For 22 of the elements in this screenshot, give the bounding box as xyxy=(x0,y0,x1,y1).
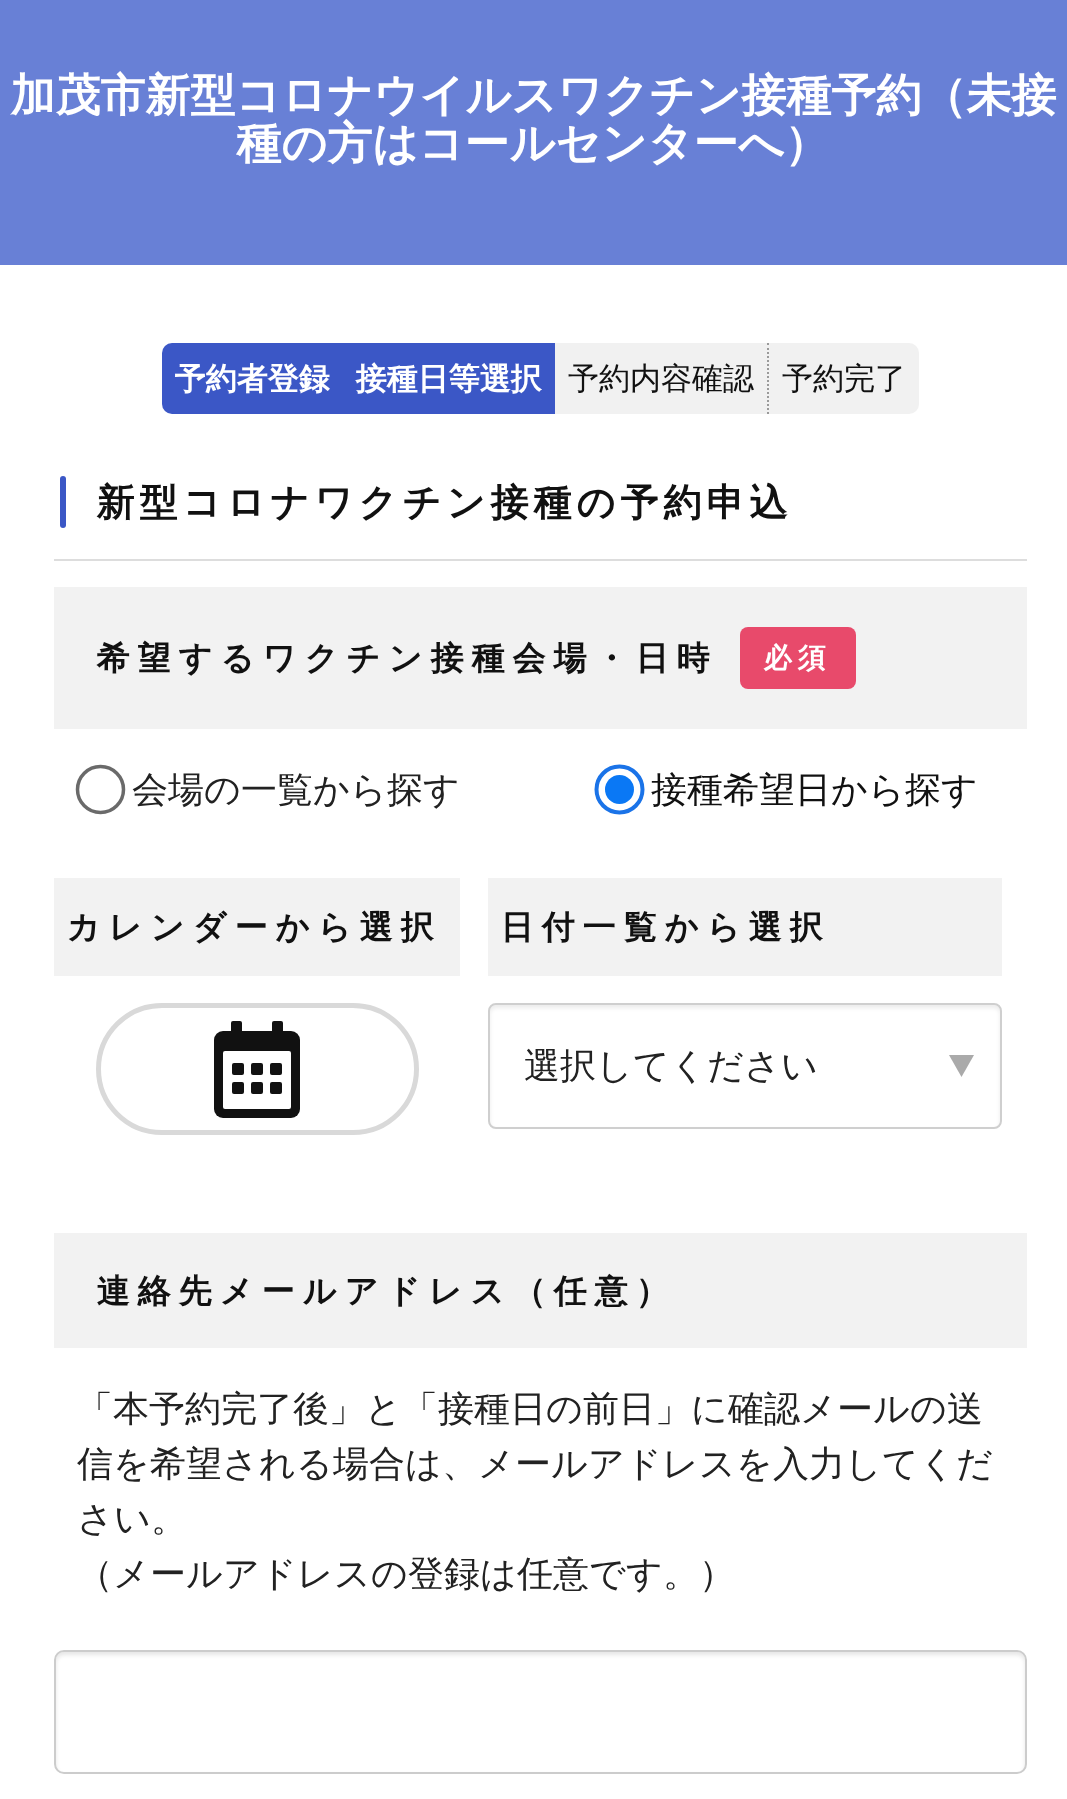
progress-step: 予約完了 xyxy=(767,343,919,414)
heading-accent-bar xyxy=(60,476,66,528)
radio-label[interactable]: 接種希望日から探す xyxy=(651,767,978,812)
radio-button[interactable] xyxy=(75,764,126,815)
date-select[interactable]: 選択してください xyxy=(488,1003,1002,1129)
progress-step: 予約者登録 xyxy=(162,343,343,414)
description-text: 「本予約完了後」と「接種日の前日」に確認メールの送信を希望される場合は、メールアドレスを入力してください。 xyxy=(77,1387,994,1541)
progress-step: 接種日等選択 xyxy=(343,343,555,414)
section-heading: 新型コロナワクチン接種の予約申込 xyxy=(97,480,793,525)
progress-step: 予約内容確認 xyxy=(555,343,767,414)
note-text: （メールアドレスの登録は任意です。） xyxy=(77,1552,736,1596)
caret-icon xyxy=(949,1055,974,1077)
radio-button[interactable] xyxy=(594,764,645,815)
radio-label[interactable]: 会場の一覧から探す xyxy=(132,767,460,812)
panel-heading: 日付一覧から選択 xyxy=(501,907,831,948)
calendar-icon xyxy=(214,1020,300,1118)
page-title: 加茂市新型コロナウイルスワクチン接種予約（未接種の方はコールセンターへ） xyxy=(9,71,1058,167)
panel-heading: カレンダーから選択 xyxy=(67,907,442,948)
email-input-field[interactable] xyxy=(54,1650,1027,1774)
required-badge: 必須 xyxy=(740,627,856,689)
field-label: 連絡先メールアドレス（任意） xyxy=(97,1270,677,1311)
field-label: 希望するワクチン接種会場・日時 xyxy=(97,638,718,679)
